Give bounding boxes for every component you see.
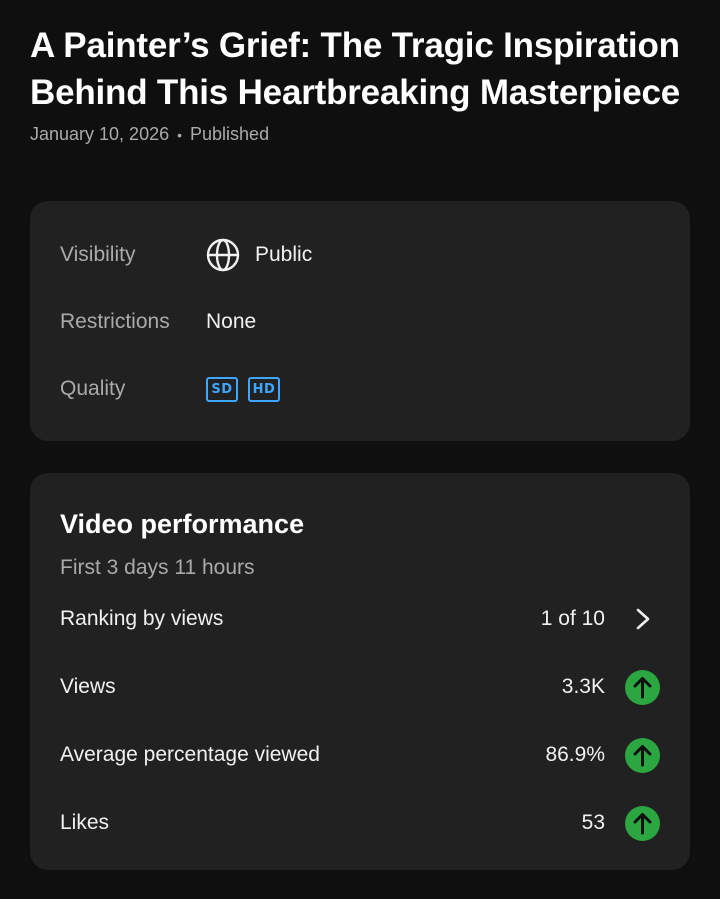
trend-up-icon (625, 737, 660, 773)
restrictions-row: Restrictions None (60, 302, 256, 342)
metric-label: Likes (60, 811, 110, 834)
metric-right: 3.3K (561, 669, 660, 705)
performance-title: Video performance (60, 509, 305, 539)
visibility-text: Public (255, 243, 313, 266)
metric-row-likes: Likes 53 (60, 801, 660, 845)
metric-label: Average percentage viewed (60, 743, 320, 766)
trend-up-icon (625, 805, 660, 841)
metric-value: 3.3K (561, 675, 605, 698)
metric-value: 86.9% (545, 743, 605, 766)
publish-status: Published (190, 124, 270, 144)
publish-date: January 10, 2026 (30, 124, 170, 144)
meta-separator: • (177, 126, 183, 143)
metric-row-avg-percentage: Average percentage viewed 86.9% (60, 733, 660, 777)
hd-badge: HD (248, 376, 280, 402)
trend-up-icon (625, 669, 660, 705)
globe-icon (206, 238, 240, 272)
video-meta: January 10, 2026 • Published (30, 124, 690, 145)
performance-period: First 3 days 11 hours (60, 556, 255, 579)
visibility-value: Public (206, 238, 312, 272)
metric-right: 86.9% (545, 737, 660, 773)
ranking-label: Ranking by views (60, 607, 224, 630)
video-title: A Painter’s Grief: The Tragic Inspiratio… (30, 26, 681, 112)
ranking-value: 1 of 10 (540, 607, 605, 630)
chevron-right-icon[interactable] (625, 602, 660, 637)
metric-right: 53 (581, 805, 660, 841)
metric-row-views: Views 3.3K (60, 665, 660, 709)
sd-badge: SD (206, 376, 238, 402)
quality-badges: SD HD (206, 376, 290, 402)
restrictions-value: None (206, 310, 257, 333)
visibility-label: Visibility (60, 243, 136, 266)
video-header: A Painter’s Grief: The Tragic Inspiratio… (30, 22, 690, 145)
ranking-row[interactable]: Ranking by views 1 of 10 (60, 597, 660, 641)
visibility-row: Visibility Public (60, 235, 312, 275)
metric-label: Views (60, 675, 116, 698)
video-performance-card: Video performance First 3 days 11 hours … (30, 473, 690, 870)
quality-row: Quality SD HD (60, 369, 290, 409)
restrictions-label: Restrictions (60, 310, 170, 333)
video-details-card: Visibility Public Restrictions None Qual… (30, 201, 690, 441)
ranking-right: 1 of 10 (541, 602, 660, 637)
metric-value: 53 (581, 811, 605, 834)
quality-label: Quality (60, 377, 126, 400)
